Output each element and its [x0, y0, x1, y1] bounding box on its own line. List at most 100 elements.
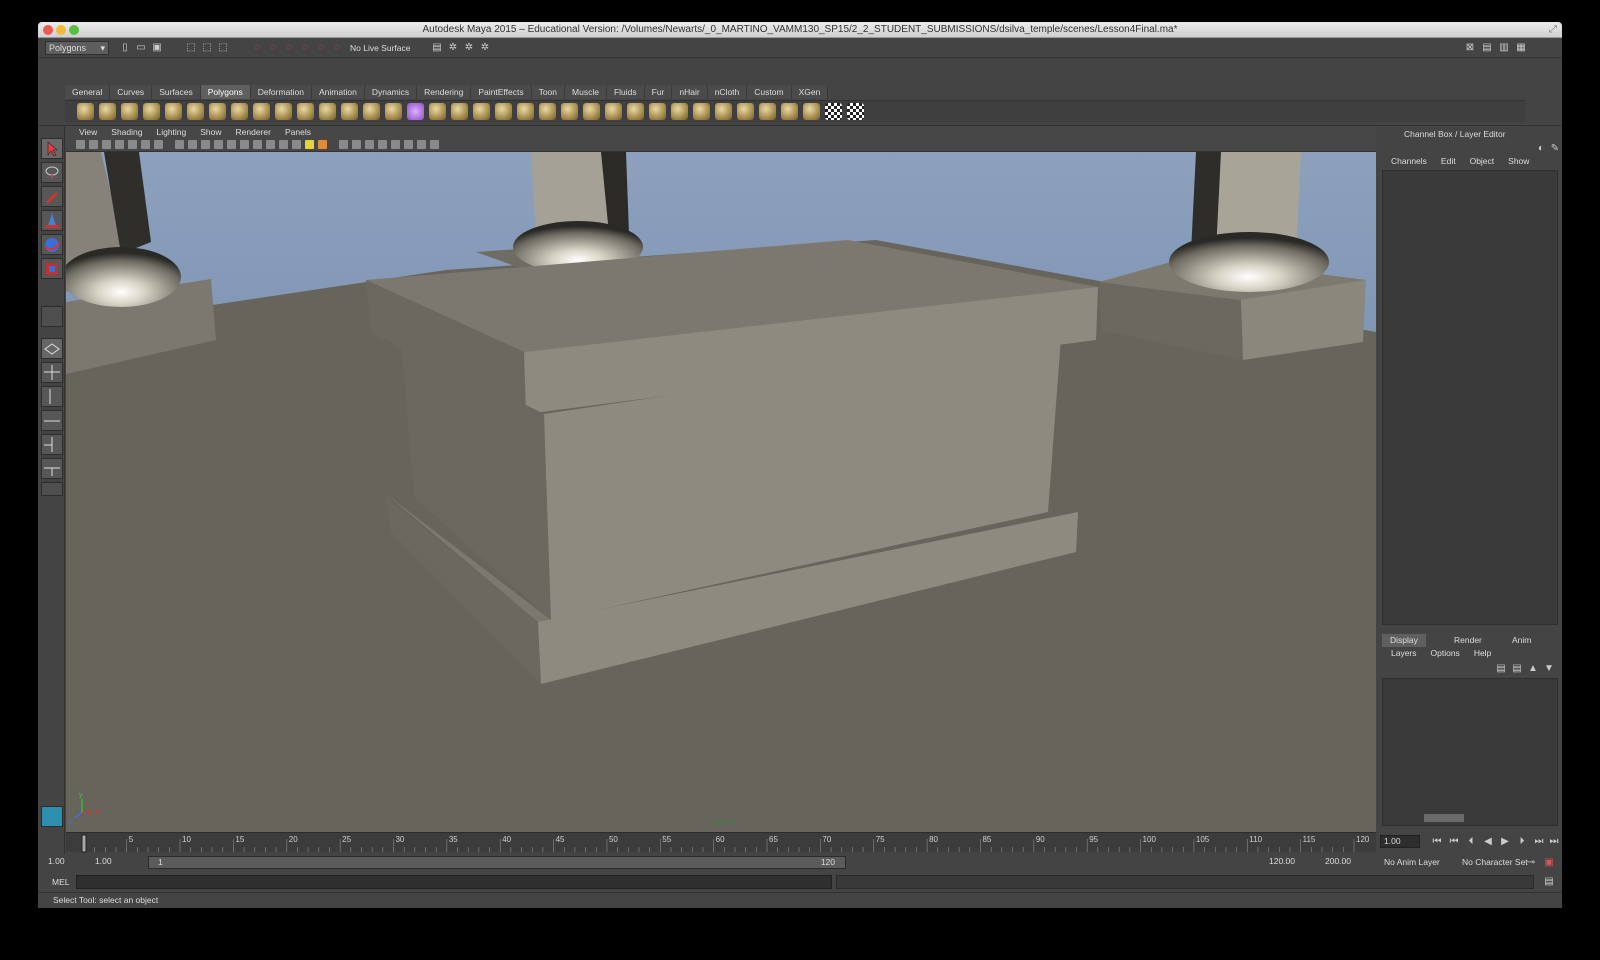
- shelf-separate-icon[interactable]: [363, 103, 380, 120]
- layer-editor-menu-options[interactable]: Options: [1424, 647, 1467, 660]
- show-modeling-toolkit-icon[interactable]: ⊠: [1463, 41, 1477, 55]
- channel-box-menu-channels[interactable]: Channels: [1384, 155, 1434, 168]
- channel-box-toggle-icon[interactable]: ◐: [1534, 142, 1548, 156]
- script-editor-icon[interactable]: ▤: [1542, 875, 1556, 889]
- range-slider[interactable]: 1 120: [148, 856, 846, 869]
- go-to-start-icon[interactable]: ⏮: [1430, 835, 1444, 849]
- shelf-plane-icon[interactable]: [165, 103, 182, 120]
- shelf-extract-icon[interactable]: [385, 103, 402, 120]
- shelf-wedge-icon[interactable]: [759, 103, 776, 120]
- layout-hypershade-button[interactable]: [41, 434, 63, 455]
- xray-joints-icon[interactable]: [417, 140, 426, 149]
- viewport-menu-lighting[interactable]: Lighting: [149, 126, 193, 138]
- toolbox-collapse-button[interactable]: [41, 482, 63, 496]
- shelf-smooth-icon[interactable]: [429, 103, 446, 120]
- shelf-platonic-icon[interactable]: [319, 103, 336, 120]
- layer-editor-tab-display[interactable]: Display: [1382, 634, 1426, 647]
- shelf-multi-cut-icon[interactable]: [781, 103, 798, 120]
- scale-tool-button[interactable]: [41, 258, 63, 279]
- ipr-render-icon[interactable]: ✲: [462, 41, 476, 55]
- time-slider[interactable]: 5 10 15 20 25 30 35 40 45 50 55 60 65 70 75 80 85 90 95 100…: [66, 832, 1376, 853]
- shelf-offset-edge-loop-icon[interactable]: [605, 103, 622, 120]
- select-object-icon[interactable]: ⬚: [200, 41, 214, 55]
- minimize-window-button[interactable]: [56, 25, 66, 35]
- shelf-tab-deformation[interactable]: Deformation: [250, 85, 313, 99]
- shelf-tab-dynamics[interactable]: Dynamics: [364, 85, 418, 99]
- shelf-tab-fluids[interactable]: Fluids: [606, 85, 645, 99]
- shelf-uv-layout-icon[interactable]: [803, 103, 820, 120]
- viewport-menu-view[interactable]: View: [72, 126, 104, 138]
- left-column-base[interactable]: [66, 247, 181, 307]
- shelf-tab-xgen[interactable]: XGen: [791, 85, 829, 99]
- layer-move-up-icon[interactable]: ▲: [1526, 662, 1540, 676]
- new-scene-icon[interactable]: ▯: [118, 41, 132, 55]
- new-layer-icon[interactable]: ▤: [1494, 662, 1508, 676]
- shelf-bridge-icon[interactable]: [517, 103, 534, 120]
- make-live-icon[interactable]: ◌: [314, 41, 328, 55]
- shelf-booleans-icon[interactable]: [407, 103, 424, 120]
- layer-editor-menu-layers[interactable]: Layers: [1384, 647, 1424, 660]
- channel-box-options-icon[interactable]: ✎: [1548, 142, 1562, 156]
- shelf-tab-polygons[interactable]: Polygons: [200, 85, 251, 99]
- select-component-icon[interactable]: ⬚: [216, 41, 230, 55]
- close-window-button[interactable]: [43, 25, 53, 35]
- step-back-frame-icon[interactable]: ⏴: [1464, 835, 1478, 849]
- play-backwards-icon[interactable]: ◀: [1481, 835, 1495, 849]
- layer-list[interactable]: [1382, 678, 1558, 826]
- end-time-field[interactable]: 200.00: [1322, 856, 1366, 869]
- layout-persp-outliner-button[interactable]: [41, 386, 63, 407]
- layout-single-pane-button[interactable]: [41, 338, 63, 359]
- shelf-insert-edge-loop-icon[interactable]: [583, 103, 600, 120]
- rotate-tool-button[interactable]: [41, 234, 63, 255]
- auto-key-icon[interactable]: ⊸: [1524, 856, 1538, 870]
- playback-start-field[interactable]: 1.00: [92, 856, 134, 869]
- snap-curve-icon[interactable]: ◌: [266, 41, 280, 55]
- playback-end-field[interactable]: 120.00: [1266, 856, 1310, 869]
- shelf-poke-icon[interactable]: [737, 103, 754, 120]
- command-input[interactable]: [76, 875, 832, 889]
- safe-action-icon[interactable]: [227, 140, 236, 149]
- shelf-cut-faces-icon[interactable]: [715, 103, 732, 120]
- use-all-lights-icon[interactable]: [305, 140, 314, 149]
- smooth-shade-all-icon[interactable]: [266, 140, 275, 149]
- shelf-split-icon[interactable]: [561, 103, 578, 120]
- shelf-tab-custom[interactable]: Custom: [747, 85, 792, 99]
- shelf-uv-editor-icon[interactable]: [847, 103, 864, 120]
- xray-components-icon[interactable]: [430, 140, 439, 149]
- shelf-reduce-icon[interactable]: [451, 103, 468, 120]
- channel-box-menu-object[interactable]: Object: [1463, 155, 1502, 168]
- shelf-tab-nhair[interactable]: nHair: [672, 85, 708, 99]
- command-language-label[interactable]: MEL: [52, 876, 69, 889]
- show-tool-settings-icon[interactable]: ▥: [1497, 41, 1511, 55]
- shelf-merge-icon[interactable]: [649, 103, 666, 120]
- shelf-tab-curves[interactable]: Curves: [110, 85, 153, 99]
- shelf-tab-fur[interactable]: Fur: [644, 85, 673, 99]
- wireframe-icon[interactable]: [253, 140, 262, 149]
- start-time-field[interactable]: 1.00: [45, 856, 87, 869]
- shelf-tab-painteffects[interactable]: PaintEffects: [471, 85, 532, 99]
- field-chart-icon[interactable]: [214, 140, 223, 149]
- select-hierarchy-icon[interactable]: ⬚: [184, 41, 198, 55]
- gate-mask-icon[interactable]: [201, 140, 210, 149]
- layer-list-scrollbar[interactable]: [1384, 813, 1556, 823]
- anim-layer-selector[interactable]: No Anim Layer: [1384, 856, 1440, 869]
- scrollbar-thumb[interactable]: [1424, 814, 1464, 822]
- xray-icon[interactable]: [404, 140, 413, 149]
- menu-set-selector[interactable]: Polygons ▾: [45, 41, 109, 55]
- shelf-pipe-icon[interactable]: [253, 103, 270, 120]
- current-frame-field[interactable]: 1.00: [1380, 835, 1420, 848]
- right-column-base[interactable]: [1169, 232, 1329, 292]
- render-settings-icon[interactable]: ✲: [478, 41, 492, 55]
- layer-editor-tab-anim[interactable]: Anim: [1504, 634, 1539, 647]
- shelf-tab-rendering[interactable]: Rendering: [417, 85, 472, 99]
- camera-attributes-icon[interactable]: [89, 140, 98, 149]
- bookmarks-icon[interactable]: [102, 140, 111, 149]
- fullscreen-icon[interactable]: ⤢: [1549, 22, 1557, 38]
- screen-space-ao-icon[interactable]: [339, 140, 348, 149]
- layer-editor-menu-help[interactable]: Help: [1467, 647, 1498, 660]
- resolution-gate-icon[interactable]: [188, 140, 197, 149]
- step-back-key-icon[interactable]: ⏮: [1447, 835, 1461, 849]
- snap-grid-icon[interactable]: ◌: [250, 41, 264, 55]
- shelf-helix-icon[interactable]: [275, 103, 292, 120]
- snap-point-icon[interactable]: ◌: [282, 41, 296, 55]
